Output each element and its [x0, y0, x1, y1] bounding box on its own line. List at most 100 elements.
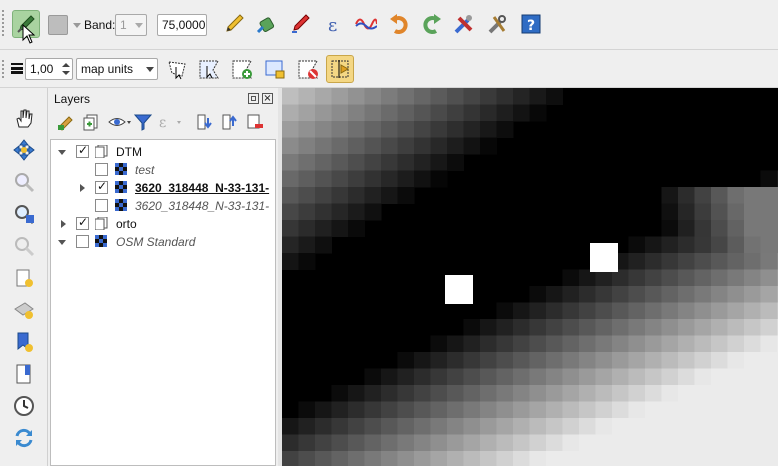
raster-cell [513, 88, 530, 105]
raster-cell [595, 319, 613, 336]
new-bookmark-button[interactable] [10, 296, 38, 324]
raster-cell [579, 286, 596, 303]
units-select[interactable]: map units [76, 58, 158, 80]
raster-cell [447, 368, 464, 386]
smooth-tool-button[interactable] [352, 10, 380, 38]
raster-cell [760, 385, 778, 402]
layer-group-dtm[interactable]: DTM [51, 143, 277, 161]
visibility-checkbox[interactable] [95, 199, 108, 212]
raster-cell [661, 286, 679, 303]
delete-feature-button[interactable] [294, 55, 322, 83]
zoom-layer-button[interactable] [10, 232, 38, 260]
zoom-full-button[interactable] [10, 200, 38, 228]
raster-cell [348, 154, 365, 171]
collapse-icon[interactable] [57, 147, 67, 157]
add-feature-button[interactable] [228, 55, 256, 83]
color-swatch-button[interactable] [48, 15, 68, 35]
raster-toolbar: Band: 1 75,0000 ε ? [0, 0, 778, 50]
raster-cell [496, 368, 514, 386]
raster-cell [381, 104, 398, 122]
raster-cell [694, 269, 712, 287]
chevron-down-icon[interactable] [73, 23, 81, 28]
raster-cell [645, 335, 662, 353]
eraser-tool-button[interactable] [286, 10, 314, 38]
layer-3620-active[interactable]: 3620_318448_N-33-131- [51, 179, 277, 197]
zoom-in-button[interactable] [10, 168, 38, 196]
show-map-tips-button[interactable] [10, 360, 38, 388]
spin-arrows-icon[interactable] [62, 61, 70, 77]
layer-3620[interactable]: 3620_318448_N-33-131- [51, 197, 277, 215]
layers-panel-title: Layers [54, 92, 91, 106]
toolbar-grip[interactable] [2, 8, 8, 38]
collapse-icon[interactable] [57, 237, 67, 247]
layer-osm-standard[interactable]: OSM Standard [51, 233, 277, 251]
undo-button[interactable] [385, 10, 413, 38]
toolbar-grip[interactable] [2, 58, 8, 80]
visibility-checkbox[interactable] [76, 235, 89, 248]
layer-group-orto[interactable]: orto [51, 215, 277, 233]
expand-icon[interactable] [77, 183, 87, 193]
cut-polygon-tool-button[interactable] [326, 55, 354, 83]
close-panel-button[interactable]: × [262, 93, 273, 104]
edit-feature-button[interactable] [261, 55, 289, 83]
raster-cell [612, 368, 629, 386]
expression-button[interactable]: ε [320, 10, 348, 38]
pan-map-button[interactable] [10, 104, 38, 132]
visibility-checkbox[interactable] [76, 143, 89, 158]
raster-cell [480, 319, 497, 336]
style-manager-button[interactable] [56, 112, 76, 132]
value-input[interactable]: 75,0000 [157, 14, 207, 36]
raster-cell [661, 385, 679, 402]
remove-layer-button[interactable] [245, 112, 265, 132]
raster-cell [595, 451, 613, 466]
collapse-all-button[interactable] [220, 112, 240, 132]
pencil-tool-button[interactable] [220, 10, 248, 38]
raster-cell [298, 236, 316, 254]
raster-cell [298, 451, 316, 466]
temporal-controller-button[interactable] [10, 392, 38, 420]
map-canvas[interactable] [282, 88, 778, 466]
expand-all-button[interactable] [195, 112, 215, 132]
raster-cell [430, 154, 448, 171]
raster-cell [562, 401, 580, 419]
move-arrows-icon [13, 139, 35, 161]
float-panel-button[interactable] [248, 93, 259, 104]
select-polygon-button[interactable] [195, 55, 223, 83]
raster-cell [628, 418, 646, 435]
raster-cell [480, 352, 497, 369]
settings-button[interactable] [483, 10, 511, 38]
manage-visibility-button[interactable] [107, 112, 133, 132]
raster-cell [397, 154, 415, 171]
raster-cell [694, 418, 712, 435]
redo-button[interactable] [418, 10, 446, 38]
raster-cell [480, 401, 497, 419]
raster-cell [496, 302, 514, 320]
width-spinbox[interactable]: 1,00 [25, 58, 73, 80]
show-bookmarks-button[interactable] [10, 328, 38, 356]
fill-tool-button[interactable] [253, 10, 281, 38]
raster-cell [546, 434, 563, 452]
filter-legend-button[interactable] [133, 112, 153, 132]
help-button[interactable]: ? [517, 10, 545, 38]
visibility-checkbox[interactable] [76, 215, 89, 230]
raster-cell [694, 236, 712, 254]
tools-button[interactable] [450, 10, 478, 38]
raster-cell [348, 104, 365, 122]
filter-by-expression-button[interactable]: ε [157, 112, 183, 132]
raster-cell [463, 137, 481, 155]
raster-cell [397, 401, 415, 419]
clock-icon [14, 396, 34, 416]
pan-to-selection-button[interactable] [10, 136, 38, 164]
select-features-button[interactable] [163, 55, 191, 83]
refresh-button[interactable] [10, 424, 38, 452]
raster-cell [397, 434, 415, 452]
band-select[interactable]: 1 [115, 14, 147, 36]
raster-cell [447, 418, 464, 435]
add-group-button[interactable] [81, 112, 101, 132]
raster-cell [529, 451, 547, 466]
layer-test[interactable]: test [51, 161, 277, 179]
new-map-view-button[interactable] [10, 264, 38, 292]
visibility-checkbox[interactable] [95, 163, 108, 176]
visibility-checkbox[interactable] [95, 179, 108, 194]
expand-icon[interactable] [58, 219, 68, 229]
